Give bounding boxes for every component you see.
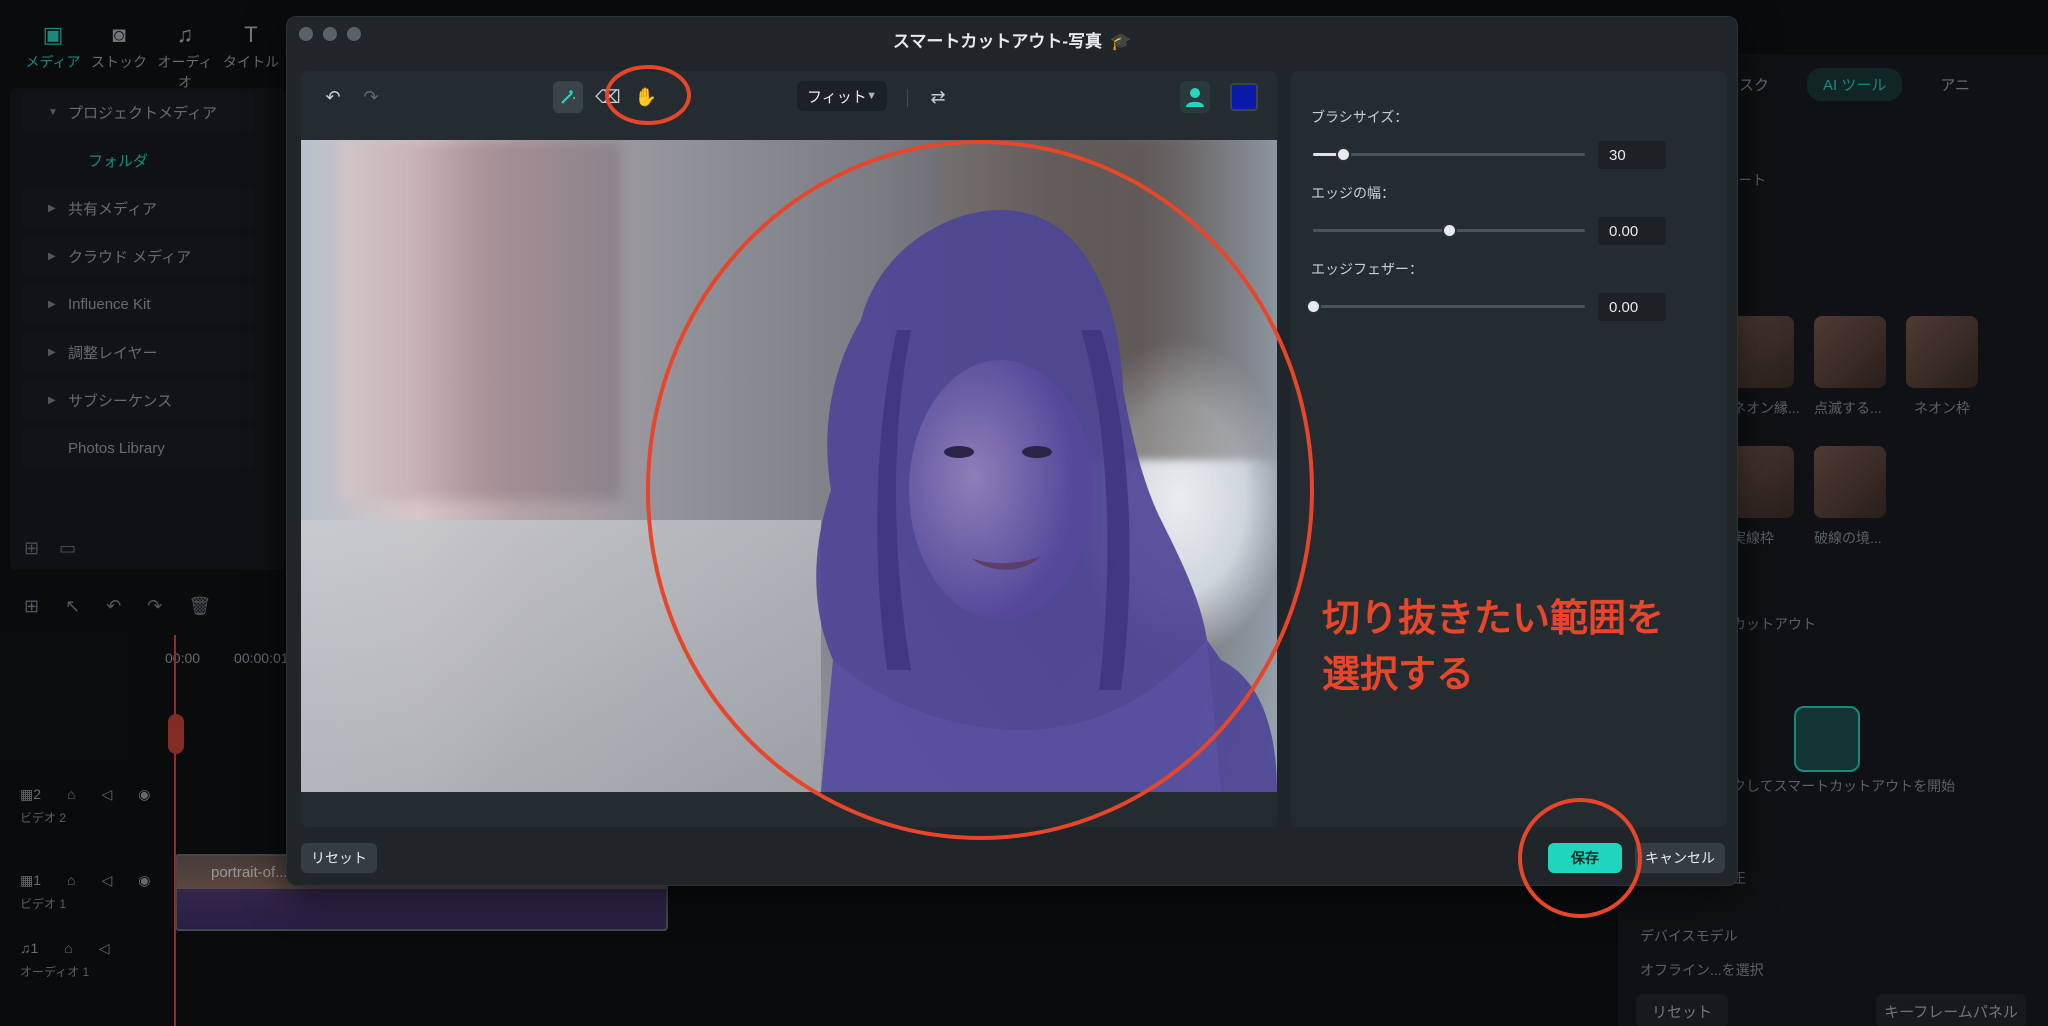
smart-brush-button[interactable] bbox=[553, 81, 583, 113]
canvas-toolbar: ↶ ↷ ⌫ ✋ フィット ▼ ⇄ bbox=[301, 71, 1277, 123]
zoom-fit-select[interactable]: フィット ▼ bbox=[797, 81, 887, 111]
photo-background bbox=[341, 140, 621, 500]
dialog-titlebar: スマートカットアウト-写真 🎓 bbox=[287, 17, 1737, 57]
eraser-button[interactable]: ⌫ bbox=[593, 81, 623, 113]
brush-settings-panel: ブラシサイズ： 30 エッジの幅： 0.00 エッジフェザー： 0.00 bbox=[1291, 71, 1727, 827]
magic-brush-icon bbox=[561, 90, 575, 104]
edge-feather-label: エッジフェザー： bbox=[1311, 261, 1423, 277]
annotation-callout: 切り抜きたい範囲を 選択する bbox=[1322, 596, 1665, 696]
canvas-panel: ↶ ↷ ⌫ ✋ フィット ▼ ⇄ bbox=[301, 71, 1277, 827]
undo-button[interactable]: ↶ bbox=[315, 81, 351, 113]
person-detect-button[interactable] bbox=[1180, 81, 1210, 113]
reset-button[interactable]: リセット bbox=[301, 843, 377, 873]
hand-tool-button[interactable]: ✋ bbox=[631, 81, 661, 113]
brush-size-slider[interactable] bbox=[1313, 147, 1585, 162]
photo-canvas[interactable] bbox=[301, 140, 1277, 792]
edge-width-input[interactable]: 0.00 bbox=[1598, 217, 1666, 245]
hand-icon: ✋ bbox=[634, 86, 658, 107]
undo-icon: ↶ bbox=[325, 86, 341, 107]
slider-knob[interactable] bbox=[1442, 223, 1457, 238]
redo-icon: ↷ bbox=[363, 86, 379, 107]
brush-size-label: ブラシサイズ： bbox=[1311, 109, 1409, 125]
edge-feather-slider[interactable] bbox=[1306, 299, 1585, 314]
slider-knob[interactable] bbox=[1335, 147, 1351, 162]
edge-feather-input[interactable]: 0.00 bbox=[1598, 293, 1666, 321]
cancel-button[interactable]: キャンセル bbox=[1635, 843, 1725, 873]
mask-color-swatch[interactable] bbox=[1230, 83, 1258, 111]
edge-width-slider[interactable] bbox=[1313, 223, 1585, 238]
swap-view-button[interactable]: ⇄ bbox=[923, 81, 953, 113]
person-icon bbox=[1186, 88, 1204, 107]
subject-selection-mask bbox=[816, 210, 1277, 792]
eraser-icon: ⌫ bbox=[595, 86, 621, 107]
chevron-down-icon: ▼ bbox=[866, 90, 877, 102]
redo-button[interactable]: ↷ bbox=[353, 81, 389, 113]
slider-knob[interactable] bbox=[1306, 299, 1321, 314]
save-button[interactable]: 保存 bbox=[1548, 843, 1622, 873]
slider-fill bbox=[1313, 229, 1449, 232]
toolbar-divider bbox=[907, 89, 908, 107]
dialog-title: スマートカットアウト-写真 🎓 bbox=[892, 32, 1132, 51]
smart-cutout-dialog: スマートカットアウト-写真 🎓 ↶ ↷ ⌫ ✋ フィット ▼ ⇄ ブラシサイズ：… bbox=[286, 16, 1738, 886]
brush-size-input[interactable]: 30 bbox=[1598, 141, 1666, 169]
swap-icon: ⇄ bbox=[930, 86, 946, 107]
edge-width-label: エッジの幅： bbox=[1311, 185, 1395, 201]
canvas-footer bbox=[301, 795, 1277, 827]
graduation-cap-icon[interactable]: 🎓 bbox=[1110, 32, 1131, 51]
